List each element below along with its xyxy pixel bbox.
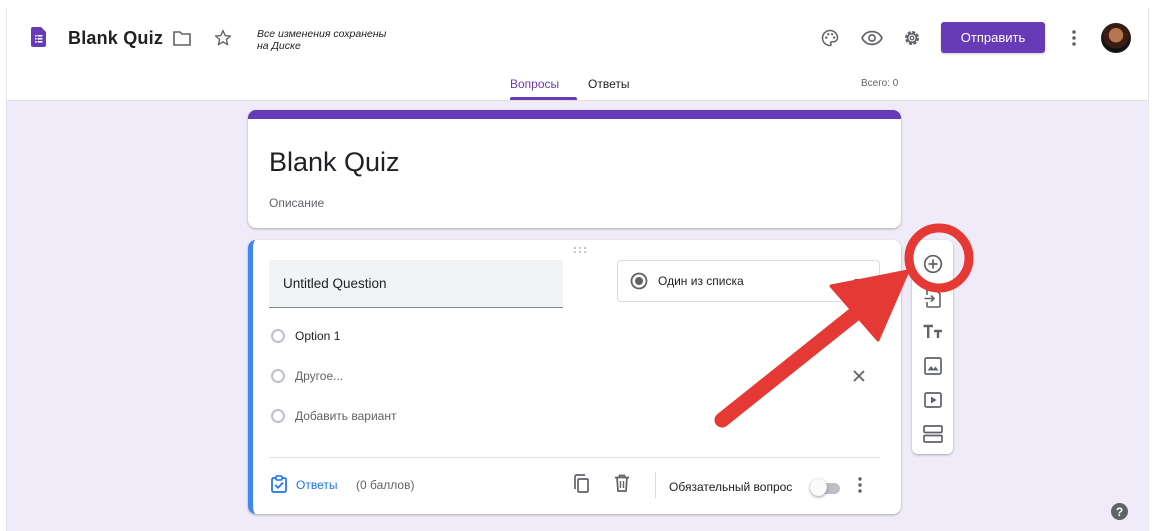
duplicate-icon[interactable] [572, 474, 590, 494]
forms-window: Blank Quiz Все изменения сохранены на Ди… [6, 8, 1149, 531]
add-question-icon[interactable] [923, 254, 943, 274]
title-text-icon[interactable] [923, 324, 943, 340]
save-status: Все изменения сохранены на Диске [257, 28, 387, 52]
points-label: (0 баллов) [356, 478, 415, 492]
answer-key-icon[interactable] [271, 475, 287, 493]
tab-responses[interactable]: Ответы [588, 77, 629, 91]
answer-key-link[interactable]: Ответы [296, 478, 337, 492]
app-header: Blank Quiz Все изменения сохранены на Ди… [7, 8, 1148, 101]
image-icon[interactable] [924, 357, 942, 375]
avatar[interactable] [1101, 23, 1131, 53]
add-option-link[interactable]: Добавить вариант [295, 409, 396, 423]
star-icon[interactable] [212, 27, 234, 49]
side-toolbar [912, 240, 953, 454]
question-type-label: Один из списка [658, 274, 744, 288]
question-title-text: Untitled Question [283, 276, 387, 291]
dropdown-arrow-icon [854, 279, 864, 285]
settings-gear-icon[interactable] [901, 27, 923, 49]
other-option-radio [271, 369, 285, 383]
footer-divider [269, 457, 880, 458]
forms-logo-icon [31, 27, 46, 47]
other-option-label[interactable]: Другое... [295, 369, 343, 383]
question-card[interactable]: Untitled Question Один из списка Option … [248, 240, 901, 514]
points-total: Всего: 0 [861, 78, 899, 89]
option-radio [271, 329, 285, 343]
required-toggle-knob[interactable] [810, 479, 827, 496]
question-title-input[interactable]: Untitled Question [269, 260, 563, 308]
preview-eye-icon[interactable] [860, 27, 884, 49]
option-label[interactable]: Option 1 [295, 329, 340, 343]
footer-separator [655, 472, 656, 498]
section-icon[interactable] [923, 425, 943, 443]
more-options-icon[interactable] [858, 477, 862, 493]
import-questions-icon[interactable] [924, 288, 942, 308]
folder-icon[interactable] [172, 28, 192, 48]
more-vert-icon[interactable] [1065, 27, 1083, 49]
send-button[interactable]: Отправить [941, 22, 1045, 53]
active-tab-indicator [510, 97, 577, 100]
radio-checked-icon [630, 272, 648, 290]
video-icon[interactable] [924, 392, 942, 408]
form-name[interactable]: Blank Quiz [68, 28, 163, 49]
tab-questions[interactable]: Вопросы [510, 77, 559, 91]
help-icon[interactable]: ? [1111, 503, 1128, 520]
question-type-select[interactable]: Один из списка [617, 260, 880, 302]
close-icon[interactable] [853, 370, 865, 382]
form-title-card[interactable]: Blank Quiz Описание [248, 110, 901, 228]
drag-handle-icon[interactable] [573, 246, 587, 254]
form-description-field[interactable]: Описание [269, 196, 324, 210]
delete-trash-icon[interactable] [614, 474, 630, 492]
required-label: Обязательный вопрос [669, 480, 793, 494]
palette-icon[interactable] [819, 27, 841, 49]
add-option-radio [271, 409, 285, 423]
form-title[interactable]: Blank Quiz [269, 147, 400, 178]
